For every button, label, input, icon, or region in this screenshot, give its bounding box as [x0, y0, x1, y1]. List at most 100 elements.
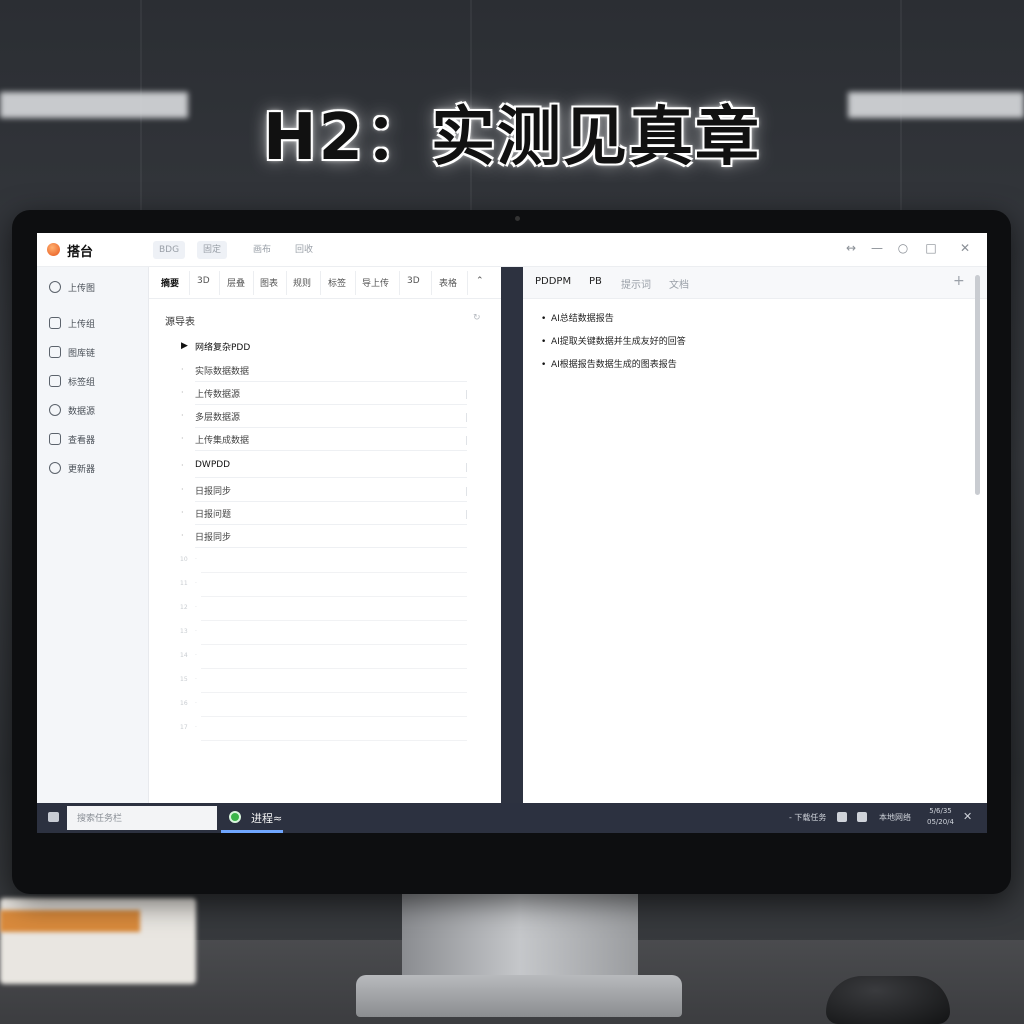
tab-separator	[399, 271, 400, 295]
row-divider	[201, 572, 467, 573]
tab-separator	[189, 271, 190, 295]
tab-tags[interactable]: 标签	[328, 276, 346, 289]
right-panel: PDDPM PB 提示词 文档 + • AI总结数据报告 • AI提取关键数据并生成…	[523, 267, 987, 803]
empty-row: 16 ·	[149, 695, 501, 719]
row-divider	[195, 404, 467, 405]
collapse-chevron-icon[interactable]: ⌃	[476, 276, 484, 286]
tab-pb[interactable]: PB	[589, 276, 602, 287]
bullet-icon: ·	[181, 365, 184, 374]
tab-canvas[interactable]: 画布	[247, 241, 277, 259]
app-circle-icon[interactable]	[229, 811, 241, 823]
row-divider	[195, 427, 467, 428]
tab-docs[interactable]: 文档	[669, 276, 689, 291]
clock-date: 05/20/4	[927, 818, 954, 826]
refresh-icon[interactable]: ↻	[473, 313, 481, 323]
lock-icon	[49, 433, 61, 445]
list-item-label: 多层数据源	[195, 413, 241, 423]
tab-import[interactable]: 导上传	[362, 276, 389, 289]
tab-bdg[interactable]: BDG	[153, 241, 186, 259]
list-item[interactable]: · 上传集成数据	[149, 430, 501, 452]
tray-folder-icon[interactable]	[837, 812, 847, 822]
list-item-label: 日报同步	[195, 533, 232, 543]
panel-divider-handle[interactable]	[501, 267, 523, 803]
row-divider	[201, 596, 467, 597]
clock-time: 5/6/35	[929, 807, 952, 815]
list-item[interactable]: · 上传数据源	[149, 384, 501, 406]
sidebar-item-upload-group[interactable]: 上传组	[37, 313, 149, 335]
bullet-icon: ·	[195, 724, 197, 731]
empty-row: 13 ·	[149, 623, 501, 647]
box-icon	[49, 375, 61, 387]
row-number: 16	[180, 700, 188, 707]
empty-row: 15 ·	[149, 671, 501, 695]
bullet-icon: ·	[181, 411, 184, 420]
close-icon[interactable]: ✕	[963, 810, 972, 823]
note-text: AI根据报告数据生成的图表报告	[551, 360, 677, 370]
refresh-icon	[49, 462, 61, 474]
tray-network-text[interactable]: 本地网络	[879, 812, 911, 823]
sidebar-item-viewer[interactable]: 查看器	[37, 429, 149, 451]
tab-charts[interactable]: 图表	[260, 276, 278, 289]
close-button[interactable]: ✕	[957, 241, 973, 255]
row-handle	[466, 463, 467, 472]
bullet-icon: •	[541, 360, 547, 370]
scrollbar[interactable]	[975, 275, 980, 495]
row-handle	[466, 487, 467, 496]
sidebar-item-tags[interactable]: 标签组	[37, 371, 149, 393]
bullet-icon: ·	[195, 580, 197, 587]
sidebar-item-label: 图库链	[68, 349, 96, 359]
restore-button[interactable]: ○	[895, 241, 911, 255]
clock[interactable]: 5/6/35 05/20/4	[927, 806, 954, 828]
minimize-button[interactable]: —	[869, 241, 885, 255]
tab-pddpm[interactable]: PDDPM	[535, 276, 571, 287]
row-divider	[195, 501, 467, 502]
tab-separator	[467, 271, 468, 295]
list-item[interactable]: · 日报同步	[149, 527, 501, 549]
tray-network-icon[interactable]	[857, 812, 867, 822]
taskbar-search-placeholder[interactable]: 搜索任务栏	[77, 811, 122, 824]
sidebar-item-datasource[interactable]: 数据源	[37, 400, 149, 422]
sidebar-item-label: 更新器	[68, 465, 96, 475]
camera-icon[interactable]	[48, 812, 59, 822]
list-item-label: 实际数据数据	[195, 367, 250, 377]
list-item[interactable]: · 实际数据数据	[149, 361, 501, 383]
tab-layers[interactable]: 层叠	[227, 276, 245, 289]
list-item[interactable]: · 多层数据源	[149, 407, 501, 429]
tab-fixed[interactable]: 固定	[197, 241, 228, 259]
list-item-label: 日报同步	[195, 487, 232, 497]
tab-prompt[interactable]: 提示词	[621, 276, 651, 291]
tab-summary[interactable]: 摘要	[161, 276, 179, 289]
tab-rules[interactable]: 规则	[293, 276, 311, 289]
row-number: 17	[180, 724, 188, 731]
tab-3d-second[interactable]: 3D	[407, 276, 420, 286]
taskbar-app-label[interactable]: 进程≈	[251, 810, 282, 826]
list-item[interactable]: · 日报同步	[149, 481, 501, 503]
tab-3d[interactable]: 3D	[197, 276, 210, 286]
sidebar-item-gallery[interactable]: 图库链	[37, 342, 149, 364]
bullet-icon: •	[541, 314, 547, 324]
tab-recycle[interactable]: 回收	[289, 241, 319, 259]
bullet-icon: •	[541, 337, 547, 347]
tab-table[interactable]: 表格	[439, 276, 457, 289]
expand-triangle-icon[interactable]: ▶	[181, 341, 188, 351]
row-handle	[466, 436, 467, 445]
row-number: 10	[180, 556, 188, 563]
headline-title: H2：实测见真章	[262, 101, 762, 175]
sidebar-item-updater[interactable]: 更新器	[37, 458, 149, 480]
list-item[interactable]: · 日报问题	[149, 504, 501, 526]
list-item[interactable]: ▶ 网络复杂PDD	[149, 337, 501, 359]
tray-download-text[interactable]: - 下载任务	[789, 812, 826, 823]
swap-icon[interactable]: ↔	[843, 241, 859, 255]
empty-row: 14 ·	[149, 647, 501, 671]
sidebar-item-label: 上传组	[68, 320, 96, 330]
add-tab-icon[interactable]: +	[953, 273, 965, 289]
sidebar-item-upload-image[interactable]: 上传图	[37, 277, 149, 299]
active-app-indicator	[221, 830, 283, 833]
empty-row: 12 ·	[149, 599, 501, 623]
note-line: • AI提取关键数据并生成友好的回答	[541, 334, 686, 347]
row-number: 15	[180, 676, 188, 683]
clock-icon	[49, 404, 61, 416]
list-item[interactable]: · DWPDD	[149, 457, 501, 479]
row-number: 13	[180, 628, 188, 635]
maximize-button[interactable]: □	[923, 241, 939, 255]
